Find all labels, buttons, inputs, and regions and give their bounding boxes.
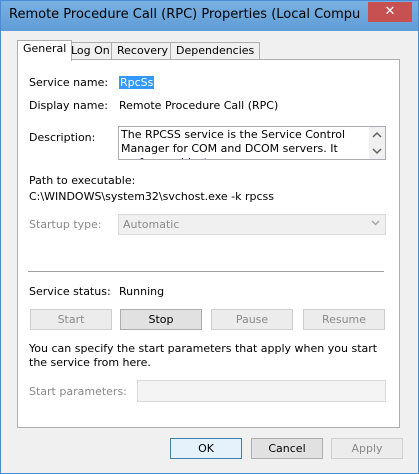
description-text: The RPCSS service is the Service Control…: [121, 128, 346, 159]
tab-dependencies[interactable]: Dependencies: [170, 42, 261, 60]
start-params-note: You can specify the start parameters tha…: [29, 342, 378, 369]
description-field[interactable]: The RPCSS service is the Service Control…: [118, 126, 386, 160]
service-status-value: Running: [119, 285, 165, 298]
title-bar[interactable]: Remote Procedure Call (RPC) Properties (…: [1, 1, 418, 31]
start-params-input[interactable]: [137, 380, 386, 402]
display-name-value: Remote Procedure Call (RPC): [119, 99, 279, 112]
path-value: C:\WINDOWS\system32\svchost.exe -k rpcss: [29, 190, 274, 203]
start-params-label: Start parameters:: [29, 385, 127, 398]
cancel-button[interactable]: Cancel: [251, 438, 323, 459]
startup-type-label: Startup type:: [29, 218, 102, 231]
path-label: Path to executable:: [29, 174, 136, 187]
apply-button[interactable]: Apply: [331, 438, 403, 459]
tab-general[interactable]: General: [17, 40, 73, 61]
description-scrollbar[interactable]: [369, 127, 385, 159]
resume-button[interactable]: Resume: [303, 309, 385, 330]
service-status-label: Service status:: [29, 285, 111, 298]
general-panel: Service name: RpcSs Display name: Remote…: [17, 59, 400, 428]
service-name-value[interactable]: RpcSs: [119, 76, 155, 89]
properties-dialog: Remote Procedure Call (RPC) Properties (…: [0, 0, 419, 474]
service-name-label: Service name:: [29, 76, 109, 89]
startup-type-select[interactable]: Automatic: [118, 214, 386, 235]
start-button[interactable]: Start: [30, 309, 112, 330]
display-name-label: Display name:: [29, 99, 108, 112]
description-label: Description:: [29, 131, 96, 144]
divider: [28, 271, 384, 272]
ok-button[interactable]: OK: [170, 438, 242, 459]
tab-log-on[interactable]: Log On: [65, 42, 116, 60]
pause-button[interactable]: Pause: [211, 309, 293, 330]
close-button[interactable]: ✕: [368, 2, 412, 22]
startup-type-value: Automatic: [123, 218, 180, 231]
window-title: Remote Procedure Call (RPC) Properties (…: [9, 7, 361, 22]
scroll-arrows-icon: [372, 131, 382, 155]
tab-recovery[interactable]: Recovery: [111, 42, 175, 60]
close-icon: ✕: [384, 4, 396, 19]
service-name-text: RpcSs: [119, 76, 155, 89]
chevron-down-icon: [371, 218, 380, 230]
stop-button[interactable]: Stop: [120, 309, 202, 330]
